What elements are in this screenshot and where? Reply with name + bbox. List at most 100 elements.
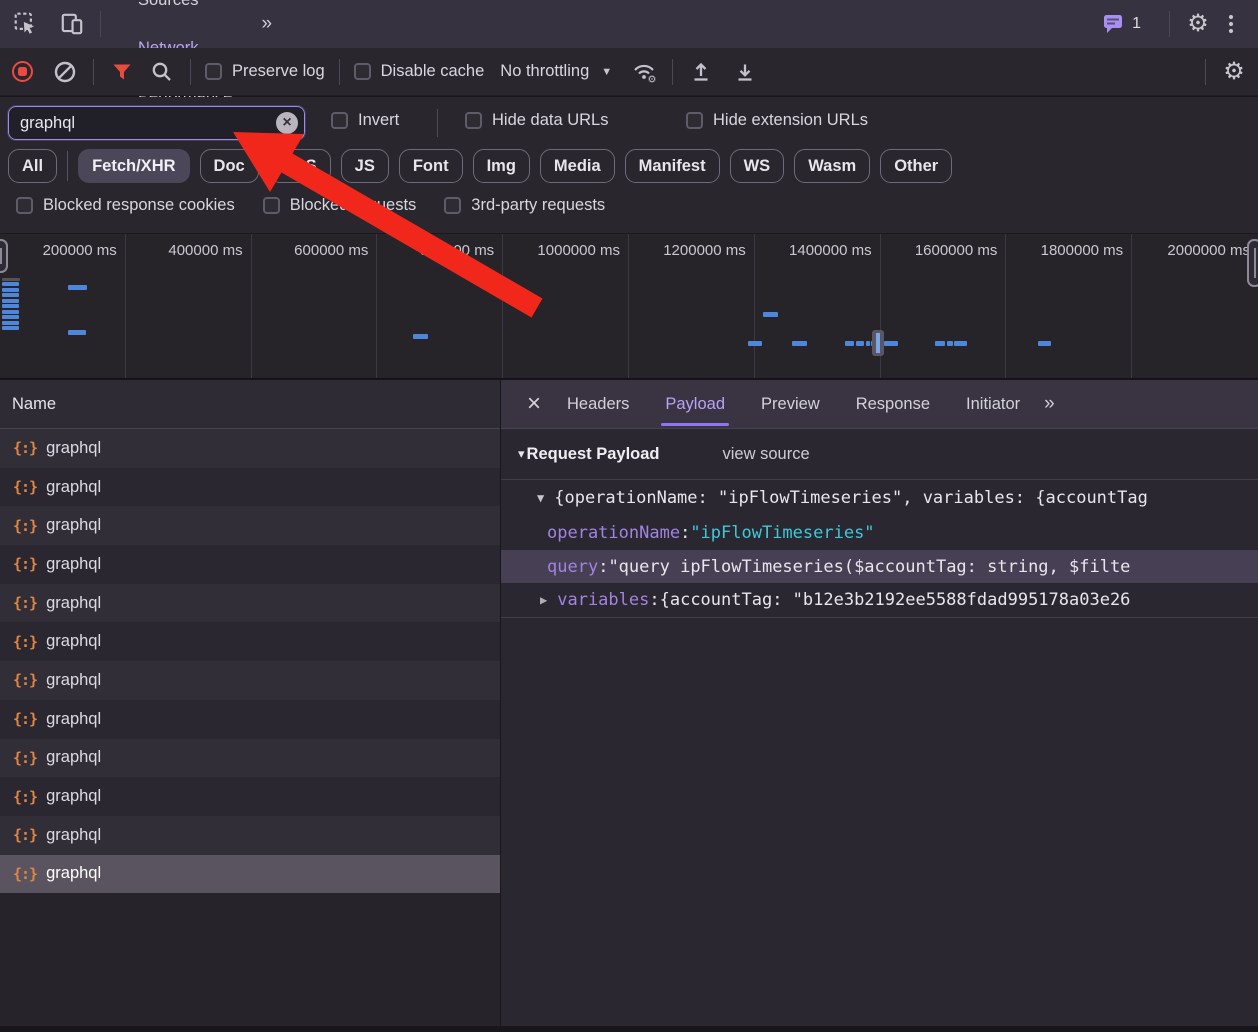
preserve-log-checkbox[interactable] bbox=[205, 63, 222, 80]
request-type-chip[interactable]: Img bbox=[472, 149, 530, 183]
network-conditions-icon[interactable]: ⚙ bbox=[630, 58, 658, 86]
kebab-menu-icon[interactable] bbox=[1218, 15, 1244, 33]
request-row[interactable]: {:} graphql bbox=[0, 815, 500, 855]
request-row[interactable]: {:} graphql bbox=[0, 699, 500, 739]
invert-checkbox[interactable] bbox=[331, 112, 348, 129]
divider bbox=[93, 58, 94, 85]
waterfall-bar bbox=[2, 282, 19, 286]
timeline-tick-label: 600000 ms bbox=[252, 234, 378, 378]
network-toolbar: Preserve log Disable cache No throttling… bbox=[0, 48, 1258, 96]
more-panels-icon[interactable]: » bbox=[255, 13, 276, 35]
close-icon[interactable]: × bbox=[519, 392, 549, 416]
request-type-chip[interactable]: JS bbox=[340, 149, 389, 183]
blocked-filter-checkbox[interactable] bbox=[262, 197, 280, 214]
request-type-chip[interactable]: Doc bbox=[199, 149, 259, 183]
request-type-chip[interactable]: Wasm bbox=[794, 149, 871, 183]
hide-data-urls-checkbox[interactable] bbox=[465, 112, 482, 129]
blocked-filter-checkbox[interactable] bbox=[444, 197, 462, 214]
blocked-filter[interactable]: Blocked requests bbox=[262, 196, 416, 215]
request-row[interactable]: {:} graphql bbox=[0, 583, 500, 623]
request-rows: {:} graphql {:} graphql {:} graphql {:} … bbox=[0, 429, 500, 894]
request-row[interactable]: {:} graphql bbox=[0, 738, 500, 778]
timeline-grid: 200000 ms 400000 ms 600000 ms 800000 ms 1000… bbox=[0, 234, 1258, 378]
payload-value-variables: {accountTag: "b12e3b2192ee5588fdad995178… bbox=[659, 590, 1131, 610]
details-tab[interactable]: Response bbox=[856, 380, 930, 429]
network-settings-gear-icon[interactable]: ⚙ bbox=[1220, 58, 1248, 86]
timeline-tick-label: 1200000 ms bbox=[629, 234, 755, 378]
request-type-chip[interactable]: Font bbox=[398, 149, 463, 183]
clear-filter-icon[interactable]: × bbox=[276, 112, 298, 134]
settings-gear-icon[interactable]: ⚙ bbox=[1184, 10, 1212, 38]
blocked-filter[interactable]: Blocked response cookies bbox=[16, 196, 235, 215]
view-source-link[interactable]: view source bbox=[723, 445, 810, 464]
details-tab[interactable]: Preview bbox=[761, 380, 820, 429]
blocked-filter[interactable]: 3rd-party requests bbox=[444, 196, 605, 215]
filter-input[interactable]: graphql × bbox=[7, 105, 306, 141]
export-har-icon[interactable] bbox=[731, 58, 759, 86]
request-row[interactable]: {:} graphql bbox=[0, 506, 500, 546]
request-type-chip[interactable]: Other bbox=[880, 149, 953, 183]
waterfall-bar bbox=[2, 304, 19, 308]
payload-key-variables: variables bbox=[557, 590, 650, 610]
name-column-header[interactable]: Name bbox=[0, 380, 500, 429]
json-request-icon: {:} bbox=[13, 555, 38, 574]
request-row[interactable]: {:} graphql bbox=[0, 429, 500, 468]
details-tab-bar: × Headers Payload Preview Response Initiator… bbox=[501, 380, 1258, 429]
details-tab[interactable]: Initiator bbox=[966, 380, 1020, 429]
request-type-chip[interactable]: Manifest bbox=[624, 149, 720, 183]
request-type-chips: All Fetch/XHR Doc CSS JS Font Img Media Manifes… bbox=[8, 149, 953, 183]
payload-query-row[interactable]: query: "query ipFlowTimeseries($accountT… bbox=[501, 550, 1258, 583]
request-type-chip[interactable]: Media bbox=[539, 149, 615, 183]
request-row[interactable]: {:} graphql bbox=[0, 545, 500, 584]
throttling-dropdown[interactable]: No throttling ▼ bbox=[500, 62, 612, 81]
details-tab[interactable]: Payload bbox=[661, 380, 729, 429]
request-type-chip[interactable]: Fetch/XHR bbox=[78, 149, 190, 183]
json-request-icon: {:} bbox=[13, 594, 38, 613]
waterfall-bar bbox=[947, 341, 953, 346]
panel-tab[interactable]: Sources bbox=[128, 0, 242, 24]
device-toolbar-icon[interactable] bbox=[58, 10, 86, 38]
more-tabs-icon[interactable]: » bbox=[1038, 393, 1059, 415]
request-row[interactable]: {:} graphql bbox=[0, 854, 500, 894]
issues-count: 1 bbox=[1132, 15, 1141, 32]
request-row[interactable]: {:} graphql bbox=[0, 661, 500, 700]
divider bbox=[338, 58, 340, 85]
search-icon[interactable] bbox=[148, 58, 176, 86]
network-overview-timeline[interactable]: 200000 ms 400000 ms 600000 ms 800000 ms 1000… bbox=[0, 233, 1258, 379]
payload-key-operation-name: operationName bbox=[547, 523, 681, 543]
request-type-chip[interactable]: CSS bbox=[268, 149, 331, 183]
timeline-tick-label: 1000000 ms bbox=[503, 234, 629, 378]
request-row[interactable]: {:} graphql bbox=[0, 467, 500, 507]
json-request-icon: {:} bbox=[13, 632, 38, 651]
request-name: graphql bbox=[46, 670, 102, 689]
inspect-element-icon[interactable] bbox=[12, 10, 40, 38]
chip-all[interactable]: All bbox=[8, 149, 58, 183]
expand-triangle-icon[interactable]: ▶ bbox=[540, 593, 547, 607]
chevron-down-icon: ▼ bbox=[601, 65, 613, 78]
hide-extension-urls-checkbox[interactable] bbox=[686, 112, 703, 129]
request-row[interactable]: {:} graphql bbox=[0, 622, 500, 662]
waterfall-bar bbox=[2, 287, 19, 292]
filter-funnel-icon[interactable] bbox=[108, 58, 136, 86]
record-network-log-button[interactable] bbox=[12, 61, 33, 82]
timeline-tick-label: 1600000 ms bbox=[881, 234, 1007, 378]
collapse-triangle-icon[interactable]: ▾ bbox=[518, 446, 525, 462]
blocked-filter-checkbox[interactable] bbox=[16, 197, 33, 214]
clear-network-log-button[interactable] bbox=[51, 58, 79, 86]
request-type-chip[interactable]: WS bbox=[729, 149, 785, 183]
overview-left-handle[interactable] bbox=[0, 239, 8, 273]
request-row[interactable]: {:} graphql bbox=[0, 777, 500, 816]
overview-right-handle[interactable] bbox=[1247, 239, 1258, 287]
details-tab[interactable]: Headers bbox=[567, 380, 629, 429]
hide-extension-urls-label: Hide extension URLs bbox=[713, 111, 868, 129]
json-request-icon: {:} bbox=[13, 748, 38, 767]
details-tabs: Headers Payload Preview Response Initiator bbox=[549, 380, 1038, 429]
request-name: graphql bbox=[46, 709, 102, 728]
disable-cache-checkbox[interactable] bbox=[353, 63, 371, 80]
import-har-icon[interactable] bbox=[687, 58, 715, 86]
svg-text:⚙: ⚙ bbox=[648, 74, 657, 84]
chip-group: Fetch/XHR Doc CSS JS Font Img Media Manifest WS W… bbox=[78, 149, 953, 183]
issues-counter[interactable]: 1 bbox=[1103, 14, 1141, 34]
waterfall-bar bbox=[866, 341, 870, 346]
expand-triangle-icon[interactable]: ▼ bbox=[537, 491, 544, 505]
